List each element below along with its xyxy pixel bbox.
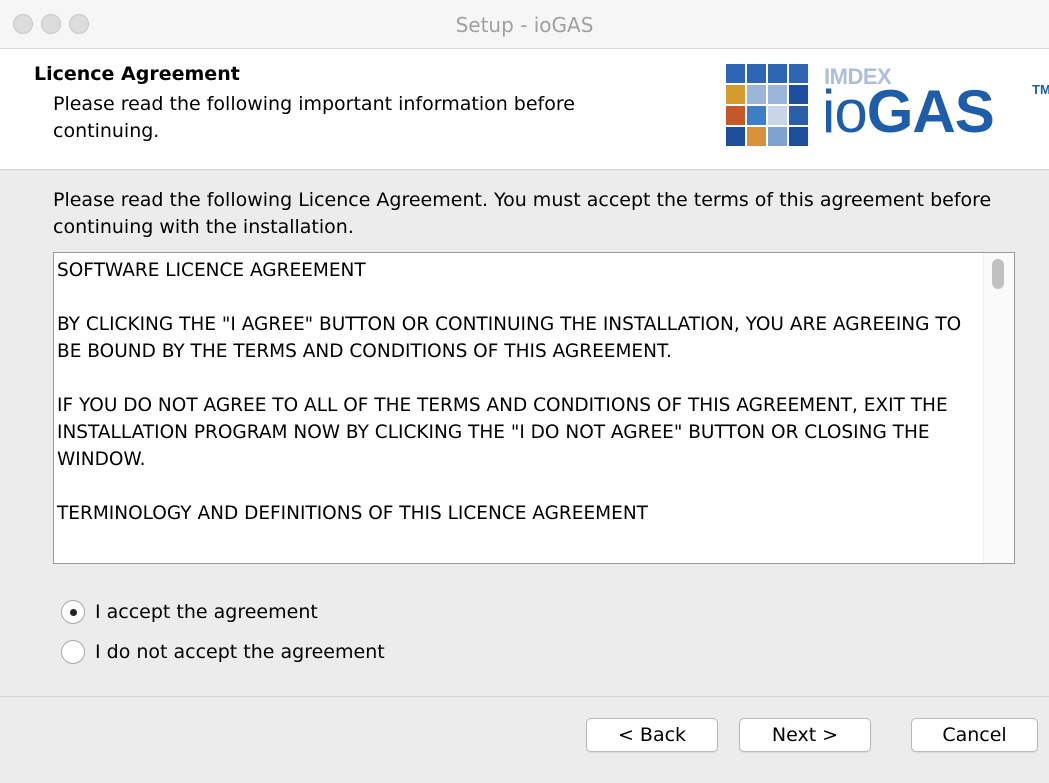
page-title: Licence Agreement	[34, 63, 240, 85]
logo-tile	[747, 127, 766, 146]
logo-tile	[768, 106, 787, 125]
footer-divider	[0, 696, 1049, 697]
logo-product-bold: GAS	[866, 78, 995, 145]
window-title: Setup - ioGAS	[455, 13, 594, 37]
licence-paragraph: TERMINOLOGY AND DEFINITIONS OF THIS LICE…	[57, 503, 648, 524]
next-button[interactable]: Next >	[739, 718, 871, 752]
accept-radio[interactable]	[61, 600, 85, 624]
logo-tile	[768, 64, 787, 83]
logo-tile	[747, 106, 766, 125]
logo-tile	[747, 64, 766, 83]
licence-paragraph	[57, 365, 982, 392]
logo-tile	[747, 85, 766, 104]
logo-trademark: TM	[1032, 82, 1049, 97]
logo-tile	[789, 85, 808, 104]
vertical-scrollbar[interactable]	[983, 253, 1014, 563]
decline-radio[interactable]	[61, 640, 85, 664]
logo-tile	[726, 106, 745, 125]
window-titlebar: Setup - ioGAS	[0, 0, 1049, 49]
accept-label[interactable]: I accept the agreement	[95, 601, 318, 623]
decline-option[interactable]: I do not accept the agreement	[61, 637, 385, 667]
decline-label[interactable]: I do not accept the agreement	[95, 641, 385, 663]
page-subtitle: Please read the following important info…	[53, 93, 575, 142]
logo-tile	[726, 85, 745, 104]
licence-paragraph	[57, 473, 982, 500]
logo-tile	[789, 127, 808, 146]
logo-product: ioGAS	[822, 78, 995, 145]
logo-product-light: io	[822, 78, 868, 145]
back-button[interactable]: < Back	[586, 718, 718, 752]
licence-paragraph: BY CLICKING THE "I AGREE" BUTTON OR CONT…	[57, 314, 968, 362]
logo-tile	[726, 127, 745, 146]
logo-tile	[789, 64, 808, 83]
intro-text: Please read the following Licence Agreem…	[53, 189, 992, 238]
logo-tile	[789, 106, 808, 125]
logo-tile	[768, 85, 787, 104]
cancel-button[interactable]: Cancel	[911, 718, 1038, 752]
licence-text-area[interactable]: SOFTWARE LICENCE AGREEMENT BY CLICKING T…	[53, 252, 1015, 564]
logo-tile	[726, 64, 745, 83]
logo-tile	[768, 127, 787, 146]
scrollbar-thumb[interactable]	[992, 259, 1004, 289]
logo-tile-grid	[726, 64, 808, 146]
radio-selected-dot	[70, 609, 77, 616]
wizard-header: Licence Agreement Please read the follow…	[0, 49, 1049, 170]
licence-paragraph: SOFTWARE LICENCE AGREEMENT	[57, 260, 366, 281]
licence-paragraph: IF YOU DO NOT AGREE TO ALL OF THE TERMS …	[57, 395, 954, 470]
licence-text: SOFTWARE LICENCE AGREEMENT BY CLICKING T…	[57, 257, 982, 527]
licence-paragraph	[57, 284, 982, 311]
accept-option[interactable]: I accept the agreement	[61, 597, 318, 627]
